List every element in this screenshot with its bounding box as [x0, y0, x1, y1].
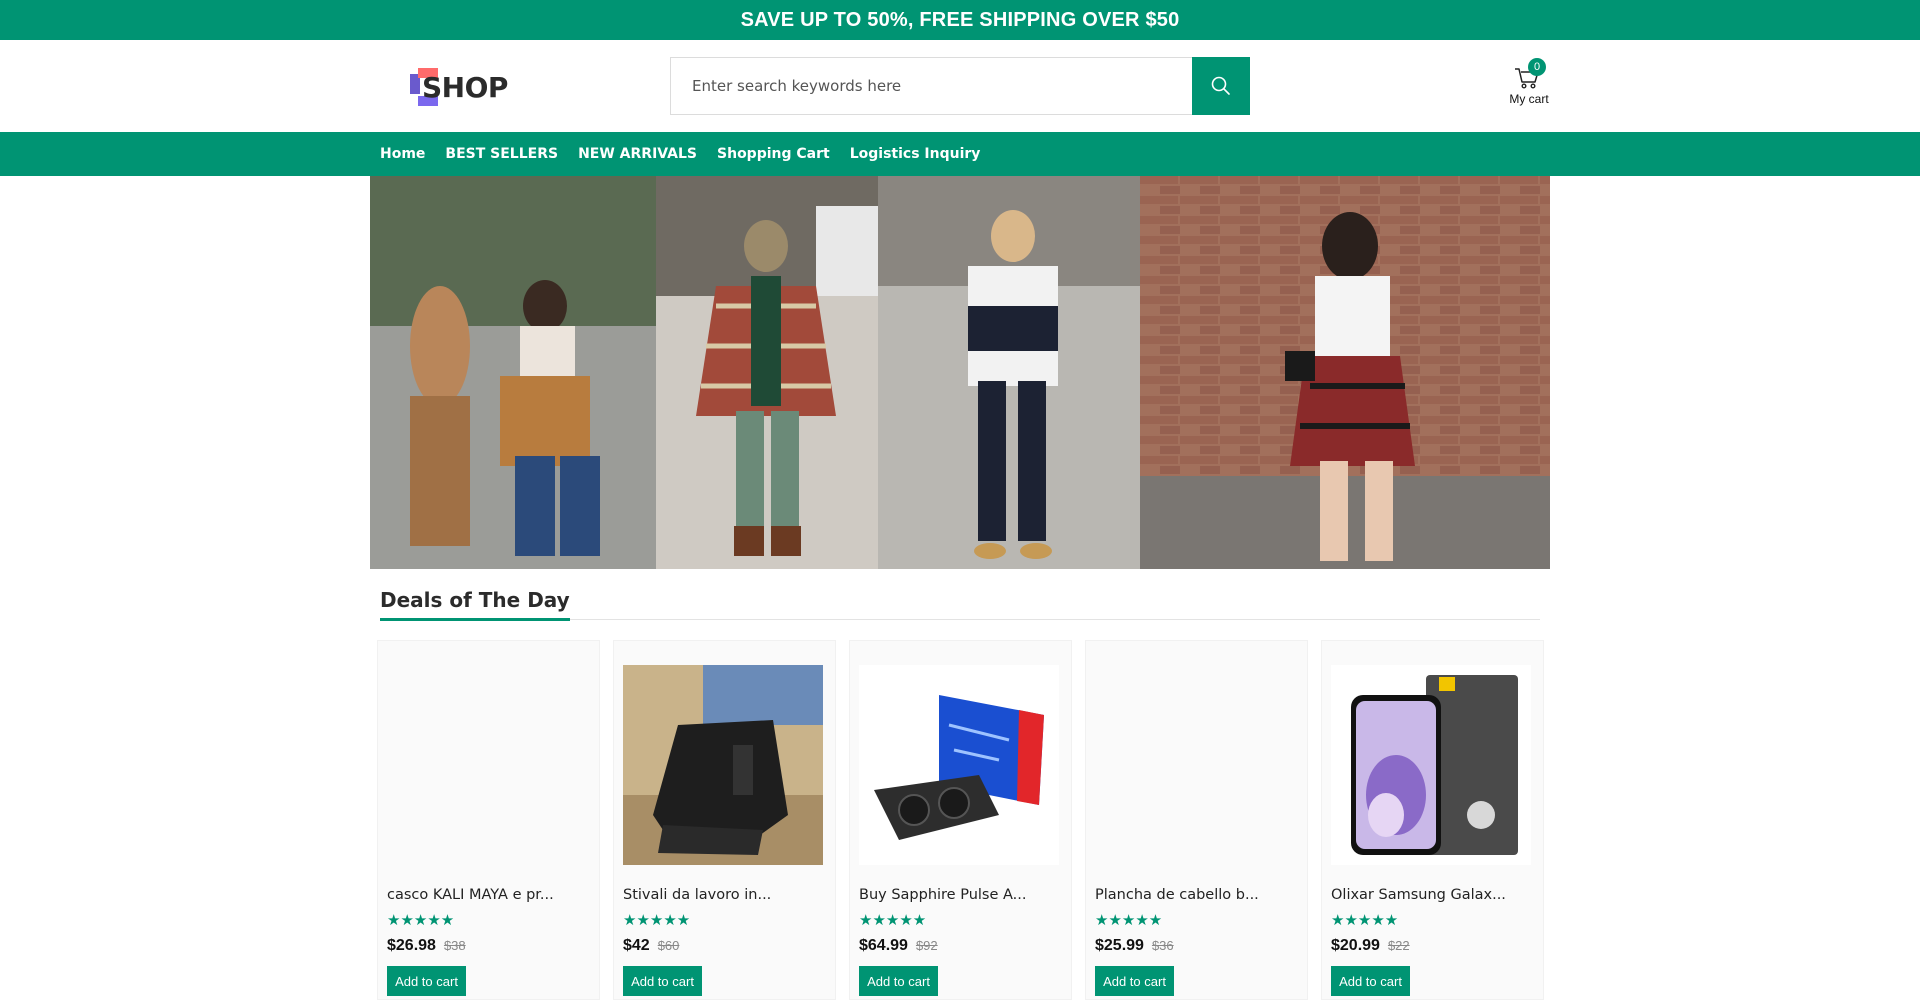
shop-logo[interactable]: SHOP — [410, 64, 510, 110]
product-price: $26.98 $38 — [387, 937, 466, 955]
deals-products: casco KALI MAYA e pr... ★★★★★ $26.98 $38 … — [377, 640, 1545, 1000]
deals-title: Deals of The Day — [380, 588, 570, 621]
search-button[interactable] — [1192, 57, 1250, 115]
add-to-cart-button[interactable]: Add to cart — [1095, 966, 1174, 996]
star-icon: ★★★★★ — [1095, 911, 1163, 929]
price-original: $36 — [1151, 938, 1174, 953]
product-name[interactable]: Olixar Samsung Galax... — [1331, 887, 1536, 903]
product-name[interactable]: Stivali da lavoro in... — [623, 887, 828, 903]
search-bar — [670, 57, 1250, 115]
logo-text: SHOP — [422, 70, 508, 104]
product-image-placeholder[interactable] — [1095, 665, 1295, 865]
nav-item-home[interactable]: Home — [380, 146, 425, 162]
banner-photo-street-duo — [370, 176, 656, 569]
price-current: $20.99 — [1331, 937, 1380, 954]
search-icon — [1211, 76, 1230, 95]
site-header: SHOP 0 My cart — [0, 40, 1920, 132]
product-card[interactable]: casco KALI MAYA e pr... ★★★★★ $26.98 $38 … — [377, 640, 600, 1000]
product-card[interactable]: Buy Sapphire Pulse A... ★★★★★ $64.99 $92 … — [849, 640, 1072, 1000]
promo-banner: SAVE UP TO 50%, FREE SHIPPING OVER $50 — [0, 0, 1920, 40]
deals-section-header: Deals of The Day — [380, 584, 1540, 621]
price-current: $25.99 — [1095, 937, 1144, 954]
price-current: $42 — [623, 937, 650, 954]
product-price: $42 $60 — [623, 937, 679, 955]
banner-photo-plaid-skirt — [1140, 176, 1550, 569]
nav-item-shopping-cart[interactable]: Shopping Cart — [717, 146, 830, 162]
nav-item-best-sellers[interactable]: BEST SELLERS — [445, 146, 558, 162]
product-name[interactable]: casco KALI MAYA e pr... — [387, 887, 592, 903]
product-image-screen-protector[interactable] — [1331, 665, 1531, 865]
product-name[interactable]: Plancha de cabello b... — [1095, 887, 1300, 903]
product-price: $20.99 $22 — [1331, 937, 1410, 955]
cart-label: My cart — [1509, 92, 1549, 106]
product-price: $25.99 $36 — [1095, 937, 1174, 955]
banner-photo-plaid-poncho — [656, 176, 878, 569]
nav-items: Home BEST SELLERS NEW ARRIVALS Shopping … — [380, 132, 1000, 176]
star-icon: ★★★★★ — [859, 911, 927, 929]
star-icon: ★★★★★ — [1331, 911, 1399, 929]
promo-text: SAVE UP TO 50%, FREE SHIPPING OVER $50 — [740, 8, 1180, 31]
my-cart[interactable]: 0 My cart — [1506, 58, 1552, 110]
product-name[interactable]: Buy Sapphire Pulse A... — [859, 887, 1064, 903]
product-card[interactable]: Plancha de cabello b... ★★★★★ $25.99 $36 … — [1085, 640, 1308, 1000]
banner-photo-striped-top — [878, 176, 1140, 569]
add-to-cart-button[interactable]: Add to cart — [623, 966, 702, 996]
price-original: $92 — [915, 938, 938, 953]
add-to-cart-button[interactable]: Add to cart — [1331, 966, 1410, 996]
product-price: $64.99 $92 — [859, 937, 938, 955]
star-icon: ★★★★★ — [387, 911, 455, 929]
price-current: $64.99 — [859, 937, 908, 954]
star-icon: ★★★★★ — [623, 911, 691, 929]
product-image-placeholder[interactable] — [387, 665, 587, 865]
product-card[interactable]: Olixar Samsung Galax... ★★★★★ $20.99 $22 … — [1321, 640, 1544, 1000]
cart-count-badge: 0 — [1528, 58, 1546, 76]
product-card[interactable]: Stivali da lavoro in... ★★★★★ $42 $60 Add… — [613, 640, 836, 1000]
add-to-cart-button[interactable]: Add to cart — [387, 966, 466, 996]
search-input[interactable] — [670, 57, 1192, 115]
price-original: $22 — [1387, 938, 1410, 953]
product-image-graphics-card[interactable] — [859, 665, 1059, 865]
nav-item-new-arrivals[interactable]: NEW ARRIVALS — [578, 146, 697, 162]
product-image-boots[interactable] — [623, 665, 823, 865]
nav-item-logistics-inquiry[interactable]: Logistics Inquiry — [850, 146, 981, 162]
add-to-cart-button[interactable]: Add to cart — [859, 966, 938, 996]
price-current: $26.98 — [387, 937, 436, 954]
price-original: $60 — [657, 938, 680, 953]
hero-banner[interactable] — [370, 176, 1550, 569]
price-original: $38 — [443, 938, 466, 953]
